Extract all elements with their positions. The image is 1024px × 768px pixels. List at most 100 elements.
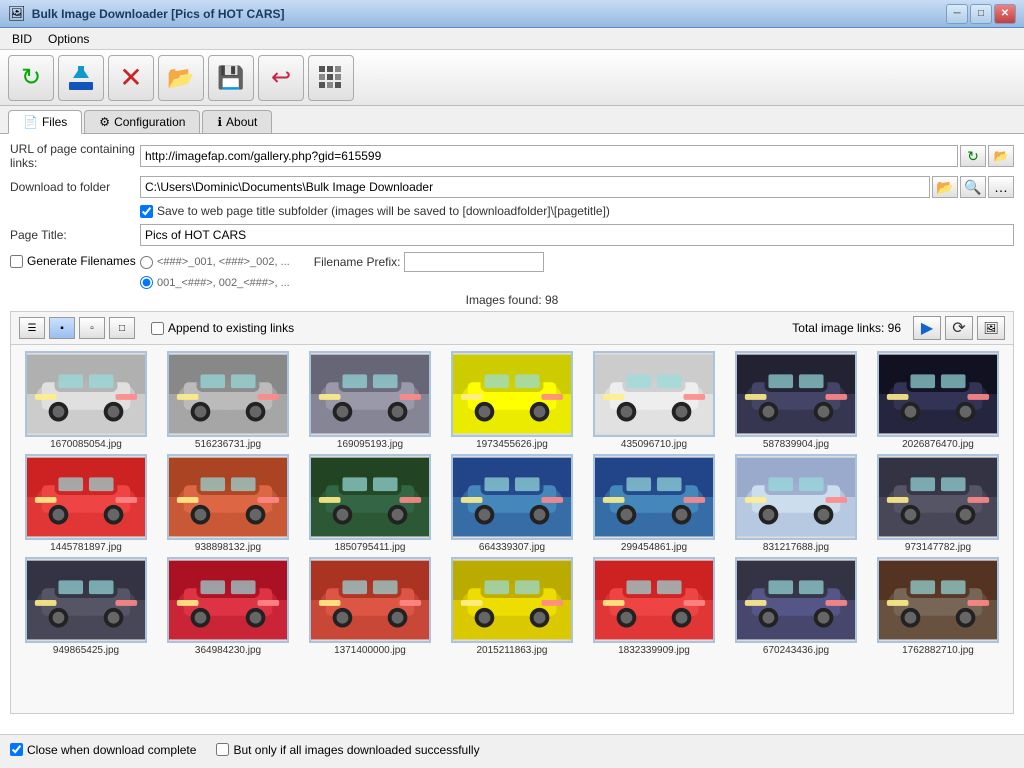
folder-input[interactable]: [140, 176, 930, 198]
page-title-input[interactable]: [140, 224, 1014, 246]
config-tab-icon: ⚙: [99, 115, 110, 129]
save-button[interactable]: 💾: [208, 55, 254, 101]
folder-label: Download to folder: [10, 180, 140, 194]
image-cell[interactable]: 664339307.jpg: [443, 454, 581, 553]
image-thumb: [167, 557, 289, 643]
image-filename: 1850795411.jpg: [335, 542, 406, 553]
config-tab-label: Configuration: [114, 115, 185, 129]
download-action-button[interactable]: ▶: [913, 316, 941, 340]
image-thumb: [451, 454, 573, 540]
tab-files[interactable]: 📄 Files: [8, 110, 82, 134]
page-title-row: Page Title:: [10, 224, 1014, 246]
image-cell[interactable]: 938898132.jpg: [159, 454, 297, 553]
prefix-label: Filename Prefix:: [314, 255, 401, 269]
image-cell[interactable]: 2015211863.jpg: [443, 557, 581, 656]
folder-more-button[interactable]: …: [988, 176, 1014, 198]
image-cell[interactable]: 1371400000.jpg: [301, 557, 439, 656]
about-tab-icon: ℹ: [217, 115, 222, 129]
url-folder-button[interactable]: 📂: [988, 145, 1014, 167]
image-filename: 169095193.jpg: [337, 439, 403, 450]
close-when-done-checkbox[interactable]: [10, 743, 23, 756]
image-thumb: [735, 454, 857, 540]
image-filename: 299454861.jpg: [621, 542, 687, 553]
image-filename: 2026876470.jpg: [902, 439, 974, 450]
close-button[interactable]: ✕: [994, 4, 1016, 24]
image-cell[interactable]: 670243436.jpg: [727, 557, 865, 656]
view-medium-button[interactable]: ▫: [79, 317, 105, 339]
image-thumb: [451, 557, 573, 643]
image-cell[interactable]: 949865425.jpg: [17, 557, 155, 656]
image-cell[interactable]: 1850795411.jpg: [301, 454, 439, 553]
refresh-links-button[interactable]: ⟳: [945, 316, 973, 340]
menu-options[interactable]: Options: [40, 30, 97, 48]
refresh-button[interactable]: ↩: [258, 55, 304, 101]
stop-button[interactable]: ✕: [108, 55, 154, 101]
minimize-button[interactable]: ─: [946, 4, 968, 24]
files-tab-label: Files: [42, 115, 67, 129]
files-tab-icon: 📄: [23, 115, 38, 129]
view-small-button[interactable]: ▪: [49, 317, 75, 339]
view-large-button[interactable]: □: [109, 317, 135, 339]
menu-bid[interactable]: BID: [4, 30, 40, 48]
image-filename: 435096710.jpg: [621, 439, 687, 450]
total-links-text: Total image links: 96: [298, 321, 901, 335]
tab-configuration[interactable]: ⚙ Configuration: [84, 110, 200, 133]
image-cell[interactable]: 1762882710.jpg: [869, 557, 1007, 656]
append-label: Append to existing links: [168, 321, 294, 335]
image-cell[interactable]: 169095193.jpg: [301, 351, 439, 450]
image-cell[interactable]: 1832339909.jpg: [585, 557, 723, 656]
generate-filenames-checkbox[interactable]: [10, 255, 23, 268]
only-if-all-checkbox[interactable]: [216, 743, 229, 756]
url-refresh-button[interactable]: ↻: [960, 145, 986, 167]
menubar: BID Options: [0, 28, 1024, 50]
images-found-bar: Images found: 98: [10, 293, 1014, 307]
tab-about[interactable]: ℹ About: [202, 110, 272, 133]
radio-prefix-label: 001_<###>, 002_<###>, ...: [157, 277, 290, 289]
append-checkbox[interactable]: [151, 322, 164, 335]
only-if-all-container: But only if all images downloaded succes…: [216, 743, 479, 757]
download-button[interactable]: [58, 55, 104, 101]
radio-prefix-numbering[interactable]: [140, 276, 153, 289]
grid-toolbar: ☰ ▪ ▫ □ Append to existing links Total i…: [10, 311, 1014, 344]
image-filename: 1832339909.jpg: [618, 645, 690, 656]
image-cell[interactable]: 1670085054.jpg: [17, 351, 155, 450]
image-cell[interactable]: 587839904.jpg: [727, 351, 865, 450]
page-title-label: Page Title:: [10, 228, 140, 242]
image-action-button[interactable]: 🖼: [977, 316, 1005, 340]
radio-suffix-numbering[interactable]: [140, 256, 153, 269]
image-cell[interactable]: 516236731.jpg: [159, 351, 297, 450]
prefix-input[interactable]: [404, 252, 544, 272]
image-cell[interactable]: 1445781897.jpg: [17, 454, 155, 553]
image-cell[interactable]: 299454861.jpg: [585, 454, 723, 553]
image-thumb: [25, 557, 147, 643]
url-input[interactable]: [140, 145, 958, 167]
image-cell[interactable]: 364984230.jpg: [159, 557, 297, 656]
only-if-all-label: But only if all images downloaded succes…: [233, 743, 479, 757]
image-thumb: [735, 351, 857, 437]
view-list-button[interactable]: ☰: [19, 317, 45, 339]
image-cell[interactable]: 1973455626.jpg: [443, 351, 581, 450]
image-grid: 1670085054.jpg 516236731.jpg: [11, 345, 1013, 662]
image-cell[interactable]: 435096710.jpg: [585, 351, 723, 450]
image-cell[interactable]: 831217688.jpg: [727, 454, 865, 553]
generate-filenames-label: Generate Filenames: [27, 254, 136, 268]
image-grid-container[interactable]: 1670085054.jpg 516236731.jpg: [10, 344, 1014, 714]
image-filename: 949865425.jpg: [53, 645, 119, 656]
browse-folder-button[interactable]: 📂: [932, 176, 958, 198]
image-filename: 1762882710.jpg: [902, 645, 974, 656]
image-cell[interactable]: 973147782.jpg: [869, 454, 1007, 553]
folder-action-button[interactable]: 🔍: [960, 176, 986, 198]
image-thumb: [167, 454, 289, 540]
image-thumb: [451, 351, 573, 437]
grid-button[interactable]: [308, 55, 354, 101]
image-filename: 670243436.jpg: [763, 645, 829, 656]
open-folder-button[interactable]: 📂: [158, 55, 204, 101]
image-thumb: [309, 557, 431, 643]
image-filename: 1973455626.jpg: [476, 439, 548, 450]
image-filename: 516236731.jpg: [195, 439, 261, 450]
go-button[interactable]: ↻: [8, 55, 54, 101]
image-cell[interactable]: 2026876470.jpg: [869, 351, 1007, 450]
save-subfolder-checkbox[interactable]: [140, 205, 153, 218]
images-found-text: Images found: 98: [466, 293, 559, 307]
maximize-button[interactable]: □: [970, 4, 992, 24]
